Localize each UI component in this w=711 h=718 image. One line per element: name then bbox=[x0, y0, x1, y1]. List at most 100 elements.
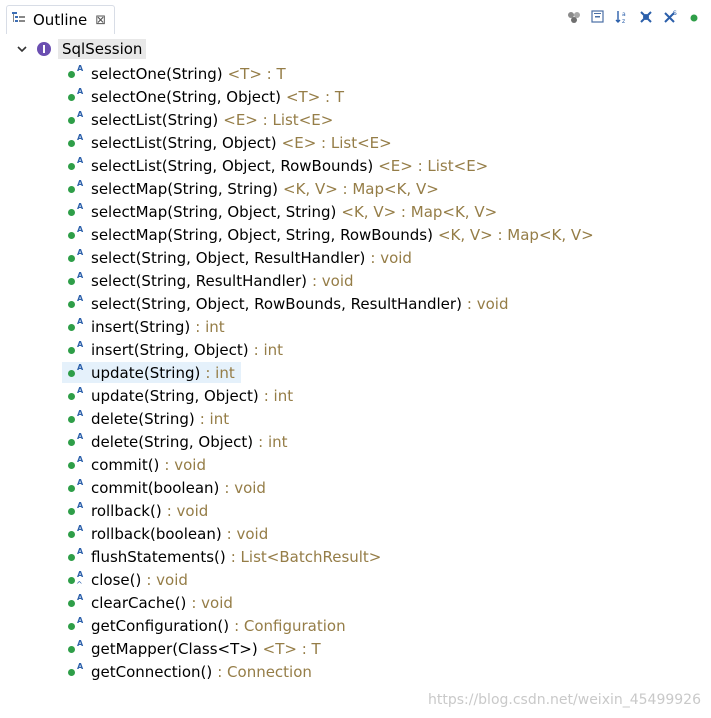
method-name: flushStatements() bbox=[91, 547, 226, 566]
method-return-type: : int bbox=[253, 340, 284, 359]
method-name: commit() bbox=[91, 455, 160, 474]
public-method-icon: A bbox=[64, 133, 88, 152]
public-method-icon: A bbox=[64, 110, 88, 129]
method-name: delete(String) bbox=[91, 409, 195, 428]
public-method-icon: A bbox=[64, 616, 88, 635]
close-icon[interactable]: ⊠ bbox=[95, 13, 106, 28]
method-return-type: <T> : T bbox=[285, 87, 345, 106]
method-name: close() bbox=[91, 570, 142, 589]
method-row[interactable]: AselectOne(String) <T> : T bbox=[64, 63, 286, 84]
public-method-icon: A bbox=[64, 547, 88, 566]
public-method-icon: A bbox=[64, 432, 88, 451]
method-name: select(String, Object, ResultHandler) bbox=[91, 248, 366, 267]
method-return-type: <K, V> : Map<K, V> bbox=[341, 202, 498, 221]
method-row[interactable]: Aselect(String, Object, ResultHandler): … bbox=[64, 247, 412, 268]
watermark: https://blog.csdn.net/weixin_45499926 bbox=[427, 692, 701, 708]
method-return-type: : void bbox=[226, 524, 269, 543]
public-method-icon: A bbox=[64, 294, 88, 313]
method-row[interactable]: Aselect(String, Object, RowBounds, Resul… bbox=[64, 293, 509, 314]
method-return-type: : void bbox=[146, 570, 188, 589]
group-icon[interactable] bbox=[565, 8, 583, 26]
method-row[interactable]: AselectList(String, Object) <E> : List<E> bbox=[64, 132, 392, 153]
public-method-icon: A bbox=[64, 317, 88, 336]
method-row[interactable]: AclearCache(): void bbox=[64, 592, 233, 613]
svg-text:z: z bbox=[622, 18, 625, 25]
method-name: commit(boolean) bbox=[91, 478, 220, 497]
method-row[interactable]: AselectMap(String, Object, String, RowBo… bbox=[64, 224, 594, 245]
method-name: clearCache() bbox=[91, 593, 187, 612]
public-method-icon: A bbox=[64, 179, 88, 198]
method-row[interactable]: AselectList(String) <E> : List<E> bbox=[64, 109, 333, 130]
method-name: selectList(String, Object, RowBounds) bbox=[91, 156, 374, 175]
tab-outline[interactable]: Outline ⊠ bbox=[6, 5, 116, 34]
method-row[interactable]: A ^ close(): void bbox=[64, 569, 188, 590]
method-name: selectOne(String, Object) bbox=[91, 87, 281, 106]
chevron-down-icon[interactable] bbox=[14, 41, 30, 57]
method-return-type: <E> : List<E> bbox=[281, 133, 392, 152]
method-row[interactable]: Aupdate(String, Object): int bbox=[64, 385, 293, 406]
method-row[interactable]: Arollback(boolean): void bbox=[64, 523, 268, 544]
method-row[interactable]: AselectMap(String, Object, String) <K, V>… bbox=[64, 201, 497, 222]
method-row[interactable]: AselectOne(String, Object) <T> : T bbox=[64, 86, 344, 107]
public-method-icon: A bbox=[64, 409, 88, 428]
public-method-icon: A ^ bbox=[64, 570, 88, 589]
public-method-icon: A bbox=[64, 524, 88, 543]
public-method-icon: A bbox=[64, 662, 88, 681]
method-return-type: <E> : List<E> bbox=[378, 156, 489, 175]
sort-icon[interactable]: a z bbox=[613, 8, 631, 26]
method-name: selectList(String) bbox=[91, 110, 219, 129]
method-row[interactable]: Acommit(): void bbox=[64, 454, 206, 475]
method-name: selectOne(String) bbox=[91, 64, 223, 83]
svg-text:a: a bbox=[622, 11, 626, 18]
method-name: getConnection() bbox=[91, 662, 213, 681]
method-return-type: : int bbox=[258, 432, 288, 451]
hide-static-icon[interactable]: S bbox=[661, 8, 679, 26]
method-return-type: : void bbox=[191, 593, 233, 612]
method-return-type: : Connection bbox=[217, 662, 312, 681]
root-label: SqlSession bbox=[58, 39, 147, 59]
method-row[interactable]: AgetConnection(): Connection bbox=[64, 661, 312, 682]
public-method-icon: A bbox=[64, 340, 88, 359]
public-method-icon: A bbox=[64, 202, 88, 221]
method-row[interactable]: AselectList(String, Object, RowBounds) <E… bbox=[64, 155, 488, 176]
method-row[interactable]: AselectMap(String, String) <K, V> : Map<K… bbox=[64, 178, 439, 199]
method-row[interactable]: Adelete(String): int bbox=[64, 408, 229, 429]
method-return-type: : int bbox=[199, 409, 230, 428]
method-return-type: : int bbox=[263, 386, 294, 405]
method-return-type: <T> : T bbox=[227, 64, 286, 83]
method-row[interactable]: Arollback(): void bbox=[64, 500, 208, 521]
method-name: selectMap(String, Object, String, RowBou… bbox=[91, 225, 433, 244]
method-return-type: : void bbox=[311, 271, 354, 290]
method-row[interactable]: Ainsert(String, Object): int bbox=[64, 339, 283, 360]
public-method-icon: A bbox=[64, 87, 88, 106]
hide-non-public-icon[interactable] bbox=[685, 8, 703, 26]
public-method-icon: A bbox=[64, 363, 88, 382]
outline-view-header: Outline ⊠ a z S bbox=[0, 0, 711, 36]
method-row[interactable]: Acommit(boolean): void bbox=[64, 477, 266, 498]
method-name: selectMap(String, Object, String) bbox=[91, 202, 337, 221]
collapse-all-icon[interactable] bbox=[589, 8, 607, 26]
method-row[interactable]: AgetConfiguration(): Configuration bbox=[64, 615, 346, 636]
method-row[interactable]: Aupdate(String): int bbox=[62, 362, 241, 383]
method-return-type: : void bbox=[224, 478, 266, 497]
method-row[interactable]: AflushStatements(): List<BatchResult> bbox=[64, 546, 381, 567]
public-method-icon: A bbox=[64, 478, 88, 497]
method-return-type: <T> : T bbox=[262, 639, 321, 658]
public-method-icon: A bbox=[64, 386, 88, 405]
hide-fields-icon[interactable] bbox=[637, 8, 655, 26]
method-row[interactable]: Adelete(String, Object): int bbox=[64, 431, 288, 452]
method-return-type: : Configuration bbox=[234, 616, 346, 635]
method-return-type: : void bbox=[166, 501, 209, 520]
tree-root-row[interactable]: SqlSession bbox=[14, 38, 147, 60]
method-return-type: : int bbox=[205, 363, 235, 382]
method-row[interactable]: AgetMapper(Class<T>) <T> : T bbox=[64, 638, 321, 659]
method-return-type: <E> : List<E> bbox=[223, 110, 334, 129]
public-method-icon: A bbox=[64, 455, 88, 474]
public-method-icon: A bbox=[64, 248, 88, 267]
public-method-icon: A bbox=[64, 64, 88, 83]
public-method-icon: A bbox=[64, 271, 88, 290]
method-row[interactable]: Ainsert(String): int bbox=[64, 316, 225, 337]
method-return-type: : void bbox=[370, 248, 412, 267]
method-name: getMapper(Class<T>) bbox=[91, 639, 258, 658]
method-row[interactable]: Aselect(String, ResultHandler): void bbox=[64, 270, 354, 291]
